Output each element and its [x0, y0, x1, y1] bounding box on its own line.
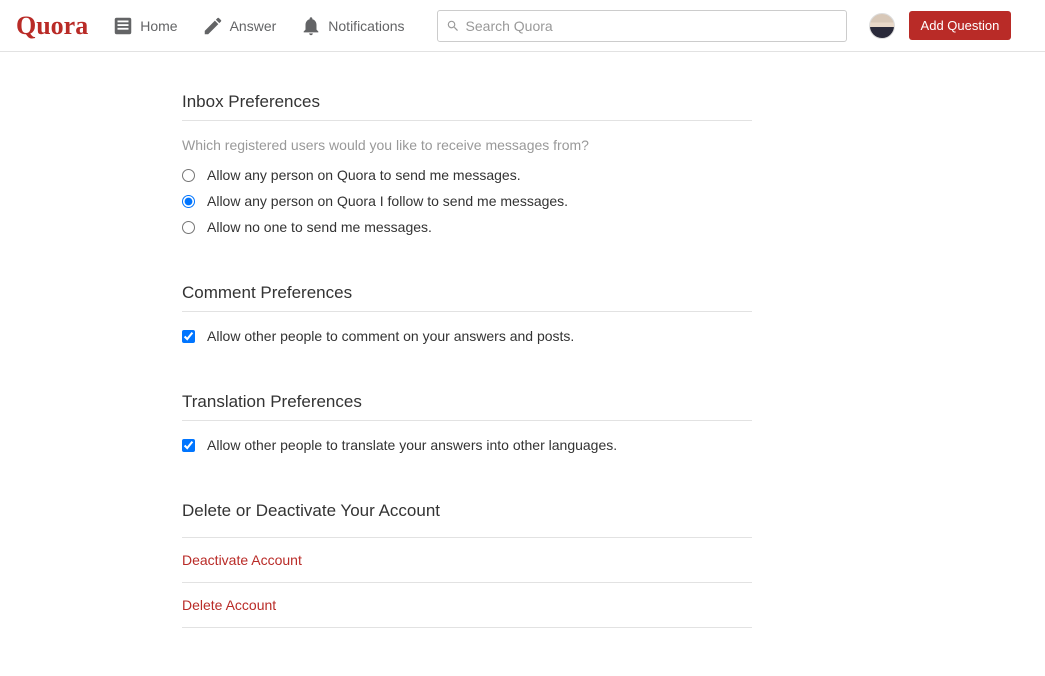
comment-preferences-section: Comment Preferences Allow other people t… — [182, 283, 752, 344]
inbox-radio-anyone-input[interactable] — [182, 169, 195, 182]
comment-title: Comment Preferences — [182, 283, 752, 312]
answer-icon — [202, 15, 224, 37]
inbox-radio-follow-input[interactable] — [182, 195, 195, 208]
inbox-title: Inbox Preferences — [182, 92, 752, 121]
nav-notifications[interactable]: Notifications — [300, 15, 404, 37]
comment-checkbox: Allow other people to comment on your an… — [182, 328, 752, 344]
logo[interactable]: Quora — [16, 11, 88, 41]
comment-checkbox-label[interactable]: Allow other people to comment on your an… — [207, 328, 574, 344]
inbox-preferences-section: Inbox Preferences Which registered users… — [182, 92, 752, 235]
nav-notifications-label: Notifications — [328, 18, 404, 34]
inbox-radio-none-label[interactable]: Allow no one to send me messages. — [207, 219, 432, 235]
inbox-radio-none-input[interactable] — [182, 221, 195, 234]
deactivate-link[interactable]: Deactivate Account — [182, 552, 302, 568]
header-bar: Quora Home Answer Notifications Add Ques… — [0, 0, 1045, 52]
delete-account-section: Delete or Deactivate Your Account Deacti… — [182, 501, 752, 628]
inbox-radio-follow-label[interactable]: Allow any person on Quora I follow to se… — [207, 193, 568, 209]
inbox-radio-anyone: Allow any person on Quora to send me mes… — [182, 167, 752, 183]
add-question-button[interactable]: Add Question — [909, 11, 1012, 40]
delete-title: Delete or Deactivate Your Account — [182, 501, 752, 529]
nav-answer-label: Answer — [230, 18, 277, 34]
home-icon — [112, 15, 134, 37]
comment-checkbox-input[interactable] — [182, 330, 195, 343]
settings-container: Inbox Preferences Which registered users… — [182, 92, 752, 628]
search-input[interactable] — [466, 18, 838, 34]
avatar[interactable] — [869, 13, 895, 39]
inbox-radio-follow: Allow any person on Quora I follow to se… — [182, 193, 752, 209]
translation-checkbox-input[interactable] — [182, 439, 195, 452]
deactivate-item: Deactivate Account — [182, 537, 752, 583]
nav-home[interactable]: Home — [112, 15, 177, 37]
nav-answer[interactable]: Answer — [202, 15, 277, 37]
translation-checkbox-label[interactable]: Allow other people to translate your ans… — [207, 437, 617, 453]
translation-checkbox: Allow other people to translate your ans… — [182, 437, 752, 453]
search-icon — [446, 19, 460, 33]
search-box[interactable] — [437, 10, 847, 42]
inbox-radio-none: Allow no one to send me messages. — [182, 219, 752, 235]
inbox-radio-anyone-label[interactable]: Allow any person on Quora to send me mes… — [207, 167, 521, 183]
inbox-desc: Which registered users would you like to… — [182, 137, 752, 153]
delete-item: Delete Account — [182, 583, 752, 628]
translation-preferences-section: Translation Preferences Allow other peop… — [182, 392, 752, 453]
nav-home-label: Home — [140, 18, 177, 34]
translation-title: Translation Preferences — [182, 392, 752, 421]
delete-link[interactable]: Delete Account — [182, 597, 276, 613]
bell-icon — [300, 15, 322, 37]
